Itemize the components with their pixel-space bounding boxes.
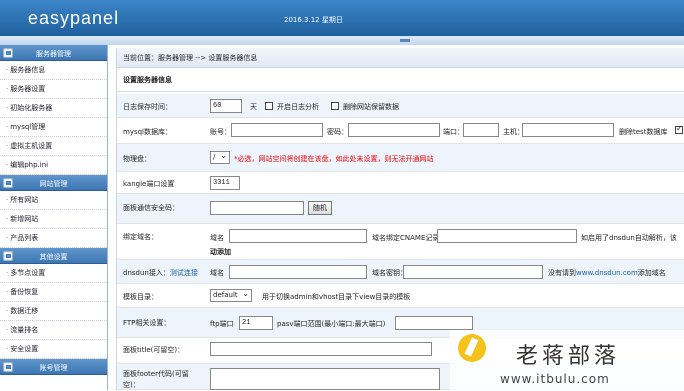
sidebar-item[interactable]: mysql管理 — [0, 118, 107, 137]
sidebar-item[interactable]: 安全设置 — [0, 340, 107, 359]
log-analysis-label: 开启日志分析 — [277, 103, 319, 111]
row-log: 日志保存时间： 60 天 开启日志分析 删除网站保留数据 — [117, 94, 684, 118]
sidebar: 服务器管理服务器信息服务器设置初始化服务器mysql管理虚拟主机设置编辑php.… — [0, 45, 108, 390]
ftp-label: FTP相关设置： — [123, 319, 171, 327]
row-dnsdun: dnsdun接入：测试连接 域名 域名密钥： 没有请到www.dnsdun.co… — [117, 260, 684, 284]
mysql-password-input[interactable] — [348, 123, 440, 137]
sidebar-item[interactable]: 产品列表 — [0, 229, 107, 248]
mysql-password-label: 密码： — [327, 128, 348, 136]
sidebar-group-header[interactable]: 其他设置 — [0, 248, 107, 264]
watermark-url: www.itbulu.com — [500, 372, 610, 386]
ftp-port-input[interactable]: 21 — [239, 316, 273, 330]
header-date: 2016.3.12 星期日 — [284, 16, 343, 24]
watermark-title: 老蒋部落 — [516, 344, 621, 369]
bind-domain-field-label: 域名 — [210, 234, 224, 242]
watermark: 老蒋部落 www.itbulu.com — [450, 330, 684, 390]
sidebar-item[interactable]: 编辑php.ini — [0, 156, 107, 175]
disk-label: 物理盘： — [123, 155, 151, 163]
pasv-range-input[interactable] — [395, 316, 473, 330]
cname-input[interactable] — [437, 229, 577, 243]
row-template: 模板目录： default 用于切换admin和vhost目录下view目录的模… — [117, 284, 684, 308]
kangle-label: kangle端口设置 — [123, 180, 175, 188]
template-select[interactable]: default — [210, 288, 252, 302]
dnsdun-domain-label: 域名 — [210, 269, 224, 277]
panel-footer-textarea[interactable] — [210, 368, 440, 390]
dnsdun-site-link[interactable]: www.dnsdun.com — [576, 269, 638, 277]
test-connection-link[interactable]: 测试连接 — [170, 269, 198, 277]
panel-title-label: 面板title(可留空)： — [123, 346, 185, 354]
sidebar-group-header[interactable]: 服务器管理 — [0, 45, 107, 61]
sidebar-item[interactable]: 虚拟主机设置 — [0, 137, 107, 156]
mysql-account-input[interactable] — [231, 123, 323, 137]
row-panel-code: 面板通信安全码： 随机 — [117, 194, 684, 224]
disk-note: *必选，网站空间将创建在该盘，如此处未设置，则无法开通网站 — [234, 155, 434, 163]
sidebar-item[interactable]: 备份恢复 — [0, 283, 107, 302]
bind-domain-input[interactable] — [229, 229, 367, 243]
mysql-port-input[interactable] — [463, 123, 499, 137]
log-days-input[interactable]: 60 — [210, 99, 242, 113]
dnsdun-hint-suffix: 添加域名 — [637, 269, 666, 277]
panel-code-label: 面板通信安全码： — [123, 204, 179, 212]
bind-domain-hint: 如启用了dnsdun自动解析，该 — [581, 234, 677, 242]
row-bind-domain: 绑定域名： 域名 域名绑定CNAME记录 如启用了dnsdun自动解析，该 动添… — [117, 224, 684, 260]
log-unit: 天 — [250, 103, 257, 111]
row-disk: 物理盘： / *必选，网站空间将创建在该盘，如此处未设置，则无法开通网站 — [117, 144, 684, 172]
sidebar-item[interactable]: 服务器信息 — [0, 61, 107, 80]
dnsdun-label: dnsdun接入： — [123, 269, 170, 277]
sidebar-group-title: 账号管理 — [39, 364, 68, 372]
dnsdun-key-input[interactable] — [403, 265, 543, 279]
collapse-handle[interactable] — [400, 39, 410, 42]
sidebar-item[interactable]: 所有网站 — [0, 191, 107, 210]
log-analysis-checkbox[interactable] — [265, 102, 273, 110]
template-desc: 用于切换admin和vhost目录下view目录的模板 — [262, 293, 411, 301]
delete-test-db-label: 删除test数据库 — [619, 128, 668, 136]
header-subbar — [0, 36, 684, 45]
sidebar-group-header[interactable]: 网站管理 — [0, 175, 107, 191]
mysql-host-input[interactable] — [522, 123, 614, 137]
sidebar-item[interactable]: 初始化服务器 — [0, 99, 107, 118]
mysql-label: mysql数据库： — [123, 128, 172, 136]
dnsdun-hint-prefix: 没有请到 — [548, 269, 576, 277]
pen-logo-icon — [458, 334, 486, 362]
sidebar-item[interactable]: 流量排名 — [0, 321, 107, 340]
random-button[interactable]: 随机 — [308, 201, 332, 215]
mysql-account-label: 账号： — [210, 128, 231, 136]
sidebar-group-title: 网站管理 — [39, 180, 68, 188]
row-mysql: mysql数据库： 账号： 密码： 端口： 主机： 删除test数据库 — [117, 118, 684, 144]
dnsdun-key-label: 域名密钥： — [372, 269, 407, 277]
log-label: 日志保存时间： — [123, 103, 172, 111]
panel-code-input[interactable] — [210, 201, 304, 215]
panel-footer-label: 面板footer代码(可留空)： — [123, 370, 189, 389]
dnsdun-domain-input[interactable] — [229, 265, 367, 279]
delete-site-data-label: 删除网站保留数据 — [343, 103, 399, 111]
sidebar-group-title: 其他设置 — [39, 253, 68, 261]
panel-title-input[interactable] — [210, 342, 432, 356]
pasv-range-label: pasv端口范围(最小端口:最大端口) — [277, 320, 386, 328]
sidebar-item[interactable]: 数据迁移 — [0, 302, 107, 321]
template-label: 模板目录： — [123, 293, 158, 301]
section-title: 设置服务器信息 — [117, 68, 684, 92]
bind-domain-hint-2: 动添加 — [210, 248, 231, 256]
breadcrumb: 当前位置：服务器管理 --> 设置服务器信息 — [117, 48, 684, 68]
mysql-host-label: 主机： — [503, 128, 524, 136]
sidebar-item[interactable]: 多节点设置 — [0, 264, 107, 283]
sidebar-item[interactable]: 新增网站 — [0, 210, 107, 229]
mysql-port-label: 端口： — [443, 128, 464, 136]
bind-domain-label: 绑定域名： — [123, 233, 158, 241]
ftp-port-label: ftp端口 — [210, 320, 234, 328]
sidebar-group-title: 服务器管理 — [36, 50, 71, 58]
disk-select[interactable]: / — [210, 150, 230, 164]
delete-test-db-checkbox[interactable] — [675, 124, 683, 134]
row-kangle: kangle端口设置 3311 — [117, 172, 684, 194]
kangle-port-input[interactable]: 3311 — [210, 176, 240, 190]
cname-label: 域名绑定CNAME记录 — [372, 234, 440, 242]
sidebar-group-header[interactable]: 账号管理 — [0, 359, 107, 375]
delete-site-data-checkbox[interactable] — [331, 102, 339, 110]
app-logo: easypanel — [28, 8, 120, 28]
top-header: easypanel 2016.3.12 星期日 — [0, 0, 684, 36]
sidebar-item[interactable]: 服务器设置 — [0, 80, 107, 99]
